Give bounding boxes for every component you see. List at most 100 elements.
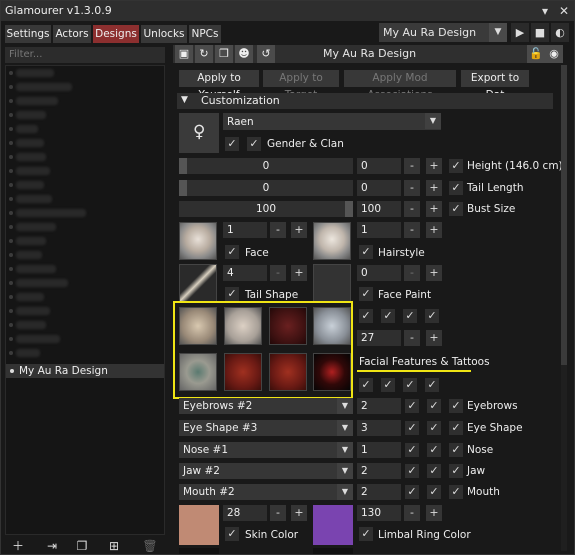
duplicate-icon[interactable]: ❐ (71, 537, 93, 555)
feature-checkbox[interactable]: ✓ (425, 309, 439, 323)
apply-checkbox[interactable]: ✓ (449, 399, 463, 413)
decrement-button[interactable]: - (270, 505, 286, 521)
apply-to-yourself-button[interactable]: Apply to Yourself (179, 70, 259, 101)
apply-checkbox[interactable]: ✓ (427, 399, 441, 413)
apply-checkbox[interactable]: ✓ (359, 527, 373, 541)
list-item-blurred[interactable] (16, 167, 50, 175)
increment-button[interactable]: + (426, 201, 442, 217)
apply-checkbox[interactable]: ✓ (449, 485, 463, 499)
apply-checkbox[interactable]: ✓ (225, 527, 239, 541)
feature-thumbnail[interactable] (224, 307, 262, 345)
tab-settings[interactable]: Settings (5, 25, 51, 43)
feature-thumbnail[interactable] (313, 307, 351, 345)
decrement-button[interactable]: - (404, 505, 420, 521)
list-item-blurred[interactable] (16, 335, 60, 343)
apply-checkbox[interactable]: ✓ (405, 421, 419, 435)
decrement-button[interactable]: - (404, 180, 420, 196)
decrement-button[interactable]: - (404, 158, 420, 174)
feature-thumbnail[interactable] (313, 353, 351, 391)
close-icon[interactable]: ✕ (556, 3, 572, 19)
limbal-ring-input[interactable]: 130 (357, 505, 401, 521)
play-icon[interactable]: ▶ (511, 23, 529, 42)
feature-thumbnail[interactable] (224, 353, 262, 391)
list-item-blurred[interactable] (16, 237, 46, 245)
increment-button[interactable]: + (426, 330, 442, 346)
feature-thumbnail[interactable] (269, 353, 307, 391)
height-slider[interactable]: 0 (179, 158, 353, 174)
tab-designs[interactable]: Designs (93, 25, 139, 43)
nose-input[interactable]: 1 (357, 442, 401, 458)
face-paint-input[interactable]: 0 (357, 265, 401, 281)
list-item-blurred[interactable] (16, 307, 50, 315)
add-folder-icon[interactable]: ⊞ (103, 537, 125, 555)
mouth-select[interactable]: Mouth #2 (179, 484, 353, 500)
apply-checkbox[interactable]: ✓ (427, 485, 441, 499)
skin-color-input[interactable]: 28 (223, 505, 267, 521)
list-item-blurred[interactable] (16, 69, 54, 77)
list-item-blurred[interactable] (16, 139, 44, 147)
apply-checkbox[interactable]: ✓ (247, 137, 261, 151)
tail-shape-input[interactable]: 4 (223, 265, 267, 281)
increment-button[interactable]: + (291, 222, 307, 238)
apply-checkbox[interactable]: ✓ (405, 485, 419, 499)
list-item-blurred[interactable] (16, 349, 40, 357)
import-icon[interactable]: ⇥ (41, 537, 63, 555)
chevron-down-icon[interactable]: ▾ (537, 3, 553, 19)
copy-icon[interactable]: ❐ (215, 45, 233, 63)
clan-select[interactable]: Raen (223, 113, 441, 130)
add-icon[interactable]: ＋ (7, 537, 29, 555)
eyebrows-select[interactable]: Eyebrows #2 (179, 398, 353, 414)
list-item-blurred[interactable] (16, 181, 44, 189)
list-item-blurred[interactable] (16, 97, 58, 105)
feature-checkbox[interactable]: ✓ (381, 309, 395, 323)
next-swatch-partial[interactable] (313, 548, 353, 554)
undo-icon[interactable]: ↻ (195, 45, 213, 63)
gender-button[interactable]: ♀ (179, 113, 219, 153)
design-selector[interactable]: My Au Ra Design ▼ (379, 23, 507, 42)
palette-icon[interactable]: ◐ (551, 23, 569, 42)
eye-shape-select[interactable]: Eye Shape #3 (179, 420, 353, 436)
apply-checkbox[interactable]: ✓ (449, 181, 463, 195)
list-item-blurred[interactable] (16, 195, 52, 203)
reset-icon[interactable]: ↺ (257, 45, 275, 63)
feature-thumbnail[interactable] (269, 307, 307, 345)
apply-checkbox[interactable]: ✓ (225, 245, 239, 259)
feature-checkbox[interactable]: ✓ (425, 378, 439, 392)
apply-checkbox[interactable]: ✓ (427, 421, 441, 435)
increment-button[interactable]: + (426, 222, 442, 238)
user-icon[interactable]: ☻ (235, 45, 253, 63)
bust-size-slider[interactable]: 100 (179, 201, 353, 217)
apply-checkbox[interactable]: ✓ (405, 399, 419, 413)
apply-checkbox[interactable]: ✓ (449, 202, 463, 216)
feature-thumbnail[interactable] (179, 353, 217, 391)
apply-checkbox[interactable]: ✓ (225, 287, 239, 301)
increment-button[interactable]: + (426, 505, 442, 521)
increment-button[interactable]: + (426, 265, 442, 281)
feature-checkbox[interactable]: ✓ (403, 309, 417, 323)
eyebrows-input[interactable]: 2 (357, 398, 401, 414)
lock-icon[interactable]: 🔓 (527, 45, 545, 63)
eye-shape-input[interactable]: 3 (357, 420, 401, 436)
scrollbar-thumb[interactable] (561, 65, 567, 365)
list-item-blurred[interactable] (16, 111, 46, 119)
tail-shape-thumbnail[interactable] (179, 264, 217, 302)
feature-checkbox[interactable]: ✓ (359, 309, 373, 323)
nose-select[interactable]: Nose #1 (179, 442, 353, 458)
face-paint-thumbnail[interactable] (313, 264, 351, 302)
list-item-selected[interactable]: My Au Ra Design (6, 364, 164, 378)
limbal-ring-color-swatch[interactable] (313, 505, 353, 545)
decrement-button[interactable]: - (404, 201, 420, 217)
hairstyle-input[interactable]: 1 (357, 222, 401, 238)
stop-icon[interactable]: ■ (531, 23, 549, 42)
apply-checkbox[interactable]: ✓ (359, 245, 373, 259)
save-icon[interactable]: ▣ (175, 45, 193, 63)
jaw-select[interactable]: Jaw #2 (179, 463, 353, 479)
mouth-input[interactable]: 2 (357, 484, 401, 500)
list-item-blurred[interactable] (16, 223, 56, 231)
apply-checkbox[interactable]: ✓ (449, 464, 463, 478)
list-item-blurred[interactable] (16, 265, 56, 273)
eye-icon[interactable]: ◉ (545, 45, 563, 63)
list-item-blurred[interactable] (16, 153, 46, 161)
list-item-blurred[interactable] (16, 279, 68, 287)
feature-checkbox[interactable]: ✓ (381, 378, 395, 392)
